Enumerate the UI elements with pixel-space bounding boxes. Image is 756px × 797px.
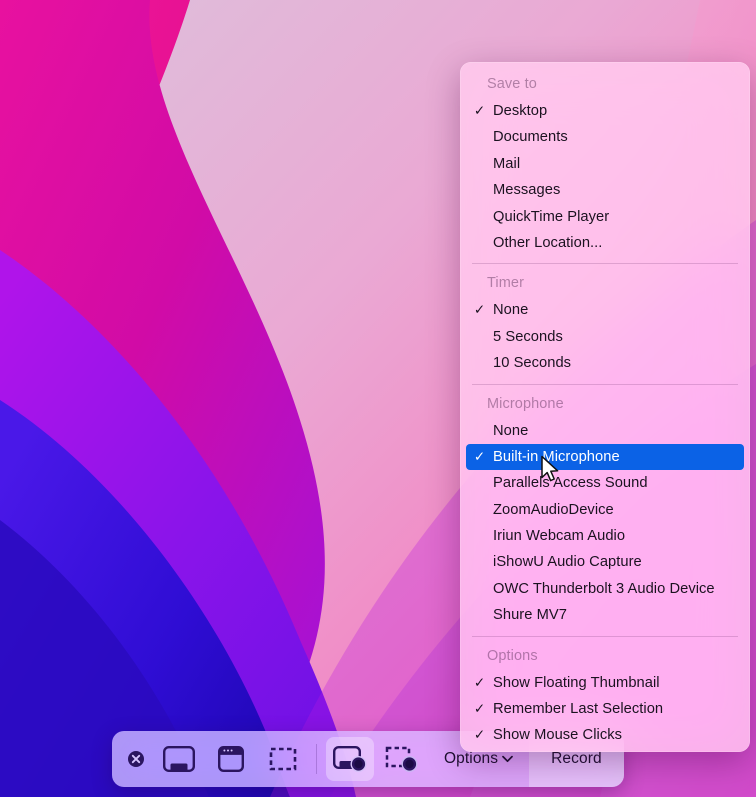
menu-item-label: Parallels Access Sound: [493, 475, 648, 492]
menu-item[interactable]: ✓ Remember Last Selection: [466, 696, 744, 722]
checkmark-icon: ✓: [473, 302, 486, 318]
menu-item-label: Show Mouse Clicks: [493, 727, 622, 744]
menu-item[interactable]: ✓ Desktop: [466, 98, 744, 124]
menu-item[interactable]: ✓ Show Mouse Clicks: [466, 722, 744, 748]
options-dropdown-menu: Save to ✓ Desktop Documents Mail Messages Quic…: [460, 62, 750, 752]
menu-item-label: Shure MV7: [493, 607, 567, 624]
menu-item-label: Messages: [493, 182, 561, 199]
capture-selected-portion-button[interactable]: [259, 737, 307, 781]
capture-selected-window-icon: [217, 746, 245, 773]
menu-item-label: None: [493, 302, 529, 319]
checkmark-icon: ✓: [473, 448, 486, 464]
menu-item[interactable]: iShowU Audio Capture: [466, 549, 744, 575]
menu-item[interactable]: 10 Seconds: [466, 350, 744, 376]
capture-selected-portion-icon: [269, 747, 297, 771]
close-circle-icon: [128, 751, 144, 767]
menu-divider: [472, 635, 738, 637]
capture-entire-screen-icon: [163, 746, 196, 773]
menu-item[interactable]: ✓ None: [466, 297, 744, 323]
menu-item[interactable]: QuickTime Player: [466, 204, 744, 230]
menu-item[interactable]: ✓ Built-in Microphone: [466, 443, 744, 471]
toolbar-divider: [316, 744, 317, 774]
menu-item-label: Remember Last Selection: [493, 701, 664, 718]
record-entire-screen-button[interactable]: [326, 737, 374, 781]
record-selected-portion-button[interactable]: [378, 737, 426, 781]
menu-item-label: Built-in Microphone: [493, 448, 620, 465]
menu-item[interactable]: Mail: [466, 151, 744, 177]
chevron-down-icon: [502, 755, 513, 763]
close-button[interactable]: [119, 736, 153, 782]
menu-item-label: 10 Seconds: [493, 355, 572, 372]
menu-item[interactable]: Parallels Access Sound: [466, 470, 744, 496]
menu-item-label: QuickTime Player: [493, 208, 610, 225]
menu-item-label: 5 Seconds: [493, 328, 563, 345]
checkmark-icon: ✓: [473, 103, 486, 118]
menu-divider: [472, 263, 738, 265]
menu-item[interactable]: Messages: [466, 177, 744, 203]
checkmark-icon: ✓: [473, 727, 486, 743]
menu-item-label: ZoomAudioDevice: [493, 501, 614, 518]
menu-item[interactable]: 5 Seconds: [466, 324, 744, 350]
menu-item[interactable]: ZoomAudioDevice: [466, 497, 744, 523]
options-button-label: Options: [444, 750, 499, 767]
capture-entire-screen-button[interactable]: [155, 737, 203, 781]
menu-item[interactable]: ✓ Show Floating Thumbnail: [466, 670, 744, 696]
menu-item[interactable]: Shure MV7: [466, 602, 744, 628]
checkmark-icon: ✓: [473, 674, 486, 690]
menu-item[interactable]: None: [466, 418, 744, 444]
menu-item[interactable]: Other Location...: [466, 230, 744, 256]
menu-item-label: Desktop: [493, 103, 548, 119]
menu-item-label: OWC Thunderbolt 3 Audio Device: [493, 580, 715, 597]
checkmark-icon: ✓: [473, 701, 486, 717]
record-button-label: Record: [551, 750, 602, 767]
menu-divider: [472, 383, 738, 385]
menu-item-label: Mail: [493, 155, 521, 172]
menu-section-header: Options: [487, 647, 538, 664]
menu-section-header: Save to: [487, 76, 537, 92]
menu-section-header: Microphone: [487, 395, 564, 412]
record-entire-screen-icon: [333, 746, 367, 772]
menu-item[interactable]: Iriun Webcam Audio: [466, 523, 744, 549]
record-selected-portion-icon: [385, 746, 418, 772]
menu-item[interactable]: Documents: [466, 124, 744, 150]
menu-item-label: Show Floating Thumbnail: [493, 674, 660, 691]
menu-item-label: iShowU Audio Capture: [493, 554, 642, 571]
menu-item-label: Other Location...: [493, 234, 603, 251]
menu-item-label: None: [493, 422, 529, 439]
menu-item-label: Iriun Webcam Audio: [493, 528, 626, 545]
menu-item-label: Documents: [493, 129, 568, 146]
capture-selected-window-button[interactable]: [207, 737, 255, 781]
menu-section-header: Timer: [487, 275, 525, 292]
menu-item[interactable]: OWC Thunderbolt 3 Audio Device: [466, 576, 744, 602]
